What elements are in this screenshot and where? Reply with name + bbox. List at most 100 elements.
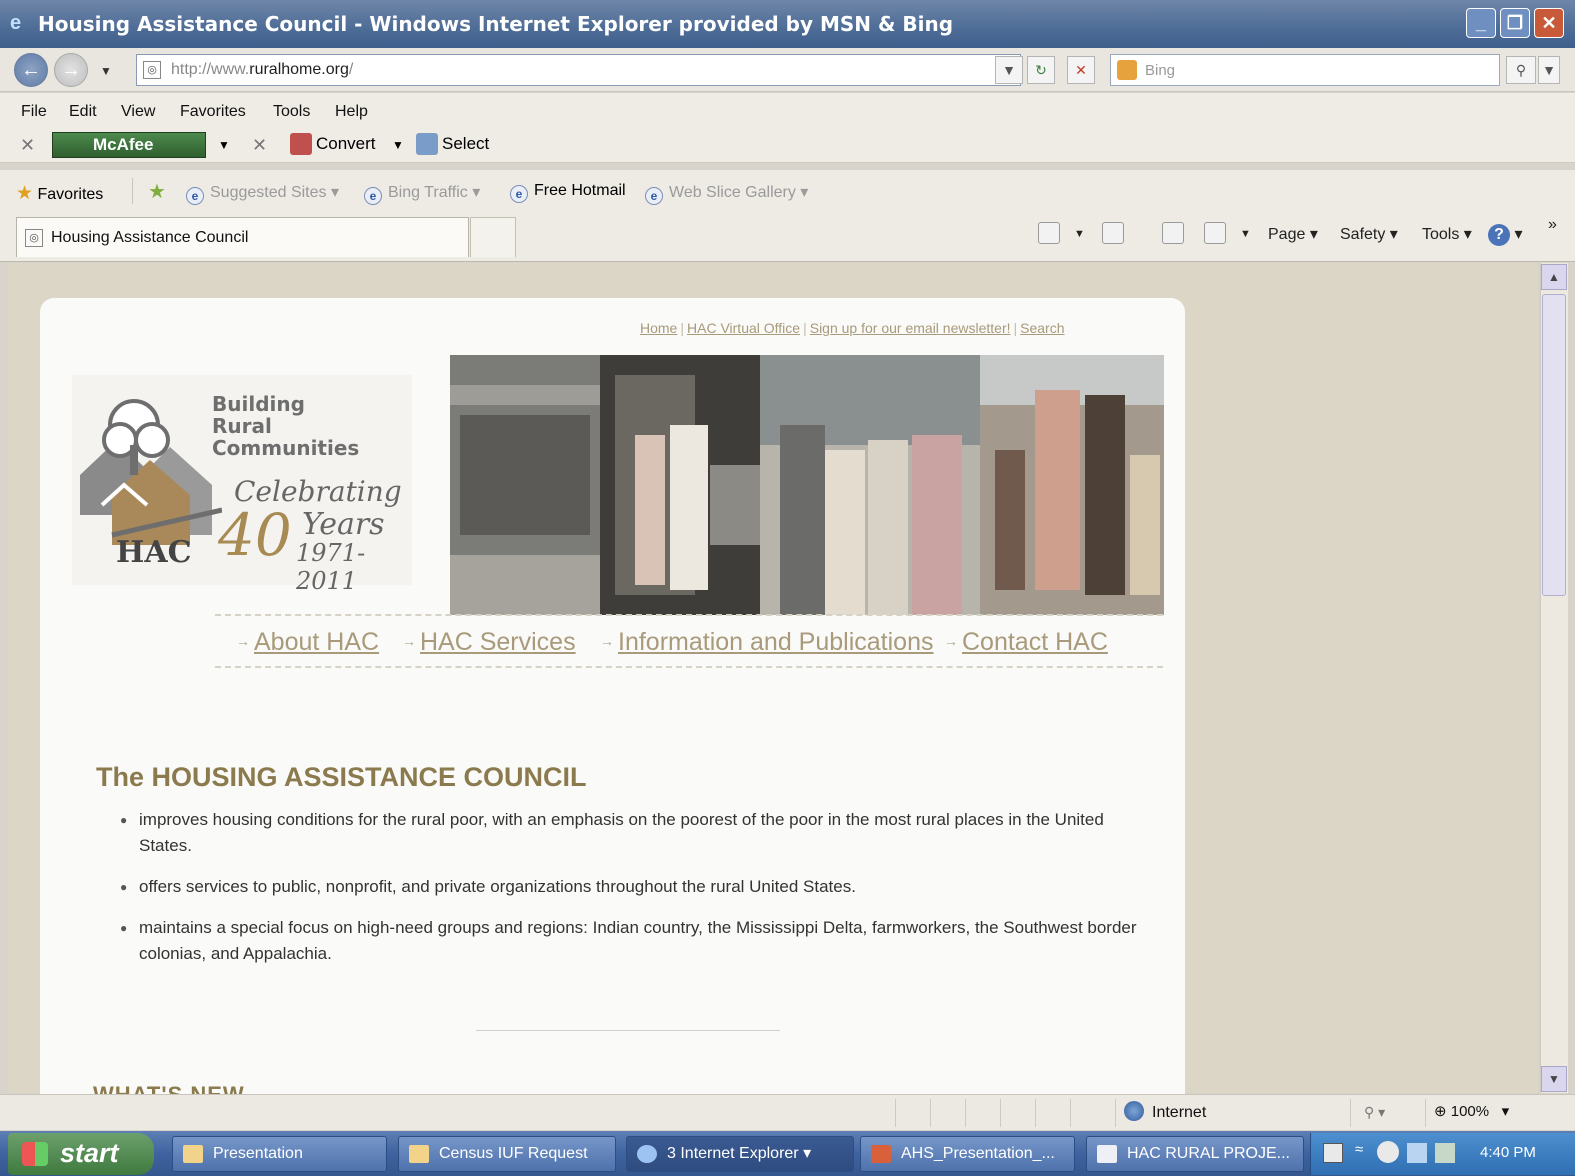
utility-links: Home | HAC Virtual Office | Sign up for our … [640,320,1065,336]
security-zone[interactable]: Internet [1124,1101,1206,1122]
convert-button[interactable]: Convert [316,134,376,154]
scroll-thumb[interactable] [1542,294,1566,596]
whats-new-clip: WHAT'S NEW [40,1082,1185,1094]
select-button[interactable]: Select [442,134,489,154]
favorites-item-free-hotmail[interactable]: e Free Hotmail [510,182,626,203]
menu-file[interactable]: File [21,103,47,121]
taskbar-item-hac-rural-project[interactable]: HAC RURAL PROJE... [1086,1136,1304,1172]
minimize-button[interactable]: _ [1466,8,1496,38]
help-icon[interactable]: ? ▾ [1488,224,1522,246]
link-search[interactable]: Search [1020,320,1064,336]
nav-hac-services[interactable]: → HAC Services [402,628,576,657]
powerpoint-icon [871,1145,891,1163]
protected-mode-icon[interactable]: ⚲ ▾ [1364,1104,1385,1121]
page-icon: ◎ [143,61,161,79]
app-tray-icon[interactable] [1435,1143,1455,1163]
address-input[interactable]: ◎ http://www.ruralhome.org/ [136,54,1021,86]
scroll-up-icon[interactable]: ▲ [1541,264,1567,290]
taskbar-item-presentation[interactable]: Presentation [172,1136,387,1172]
menu-help[interactable]: Help [335,103,368,121]
tab-housing-assistance-council[interactable]: ◎ Housing Assistance Council [16,217,469,257]
search-icon[interactable]: ⚲ [1506,56,1536,84]
favorites-item-bing-traffic[interactable]: e Bing Traffic ▾ [364,182,480,205]
nav-contact-hac[interactable]: → Contact HAC [944,628,1108,657]
page-menu-button[interactable]: Page ▾ [1268,224,1318,244]
home-icon[interactable] [1038,222,1060,244]
menu-favorites[interactable]: Favorites [180,103,246,121]
help-tray-icon[interactable] [1323,1143,1343,1163]
window-title-bar[interactable]: e Housing Assistance Council - Windows I… [0,0,1575,48]
home-dropdown-icon[interactable]: ▼ [1074,228,1085,240]
select-icon [416,133,438,155]
forward-button[interactable]: → [54,53,88,87]
taskbar-clock: 4:40 PM [1480,1144,1536,1161]
globe-icon [1124,1101,1144,1121]
favorites-item-suggested-sites[interactable]: e Suggested Sites ▾ [186,182,339,205]
taskbar-item-internet-explorer[interactable]: 3 Internet Explorer ▾ [626,1136,854,1172]
link-email-newsletter[interactable]: Sign up for our email newsletter! [810,320,1011,336]
list-item: ● offers services to public, nonprofit, a… [120,877,856,896]
ie-page-icon: e [510,185,528,203]
menu-edit[interactable]: Edit [69,103,97,121]
hac-logo[interactable]: Building Rural Communities Celebrating 4… [72,375,412,595]
windows-flag-icon [22,1142,48,1166]
search-options-dropdown-icon[interactable]: ▼ [1538,56,1560,84]
mcafee-toolbar: ✕ McAfee ▼ ✕ Convert ▼ Select [0,129,1575,163]
convert-icon [290,133,312,155]
nav-information-and-publications[interactable]: → Information and Publications [600,628,933,657]
network-icon[interactable]: ≈ [1355,1141,1363,1158]
ie-page-icon: e [645,187,663,205]
taskbar-item-ahs-presentation[interactable]: AHS_Presentation_... [860,1136,1075,1172]
add-to-favorites-icon[interactable]: ★ [148,179,166,204]
print-icon[interactable] [1204,222,1226,244]
tab-bar: ◎ Housing Assistance Council ▼ ▼ Page ▾ … [0,212,1575,262]
more-commands-icon[interactable]: » [1548,216,1557,234]
search-input[interactable]: Bing [1110,54,1500,86]
favorites-item-web-slice-gallery[interactable]: e Web Slice Gallery ▾ [645,182,808,205]
back-button[interactable]: ← [14,53,48,87]
new-tab-button[interactable] [470,217,516,257]
monitor-icon[interactable] [1407,1143,1427,1163]
refresh-icon[interactable]: ↻ [1027,56,1055,84]
favorites-button[interactable]: ★ Favorites [16,182,103,205]
close-toolbar-icon[interactable]: ✕ [20,135,35,156]
menu-tools[interactable]: Tools [273,103,310,121]
tools-menu-button[interactable]: Tools ▾ [1422,224,1472,244]
scroll-down-icon[interactable]: ▼ [1541,1066,1567,1092]
close-button[interactable]: ✕ [1534,8,1564,38]
folder-icon [409,1145,429,1163]
taskbar-item-census-iuf-request[interactable]: Census IUF Request [398,1136,616,1172]
start-button[interactable]: start [8,1133,154,1175]
address-url: http://www.ruralhome.org/ [171,61,354,78]
stop-icon[interactable]: ✕ [1067,56,1095,84]
section-heading-whats-new: WHAT'S NEW [93,1082,245,1094]
logo-tagline-communities: Communities [212,436,360,460]
maximize-button[interactable]: ❐ [1500,8,1530,38]
link-home[interactable]: Home [640,320,677,336]
menu-view[interactable]: View [121,103,155,121]
ie-page-icon: e [186,187,204,205]
house-tree-logo-icon [80,399,222,545]
link-hac-virtual-office[interactable]: HAC Virtual Office [687,320,800,336]
feeds-icon[interactable] [1102,222,1124,244]
convert-dropdown-icon[interactable]: ▼ [392,138,404,152]
status-bar [0,1094,1575,1130]
print-dropdown-icon[interactable]: ▼ [1240,228,1251,240]
recent-pages-dropdown-icon[interactable]: ▼ [100,64,112,78]
address-dropdown-icon[interactable]: ▼ [995,56,1023,84]
search-placeholder: Bing [1145,62,1176,79]
mcafee-button[interactable]: McAfee [52,132,206,158]
mcafee-dropdown-icon[interactable]: ▼ [218,138,230,152]
nav-divider-bottom [215,666,1163,668]
page-heading: The HOUSING ASSISTANCE COUNCIL [96,762,587,792]
hide-icons-icon[interactable] [1377,1141,1399,1163]
internet-explorer-icon [637,1145,657,1163]
logo-number: 40 [218,501,292,569]
close-convert-icon[interactable]: ✕ [252,135,267,156]
list-item: ● maintains a special focus on high-need … [120,918,1137,963]
zoom-level[interactable]: ⊕ 100% ▾ [1434,1102,1509,1120]
read-mail-icon[interactable] [1162,222,1184,244]
logo-year-range: 1971-2011 [296,539,366,595]
safety-menu-button[interactable]: Safety ▾ [1340,224,1398,244]
nav-about-hac[interactable]: → About HAC [236,628,379,657]
